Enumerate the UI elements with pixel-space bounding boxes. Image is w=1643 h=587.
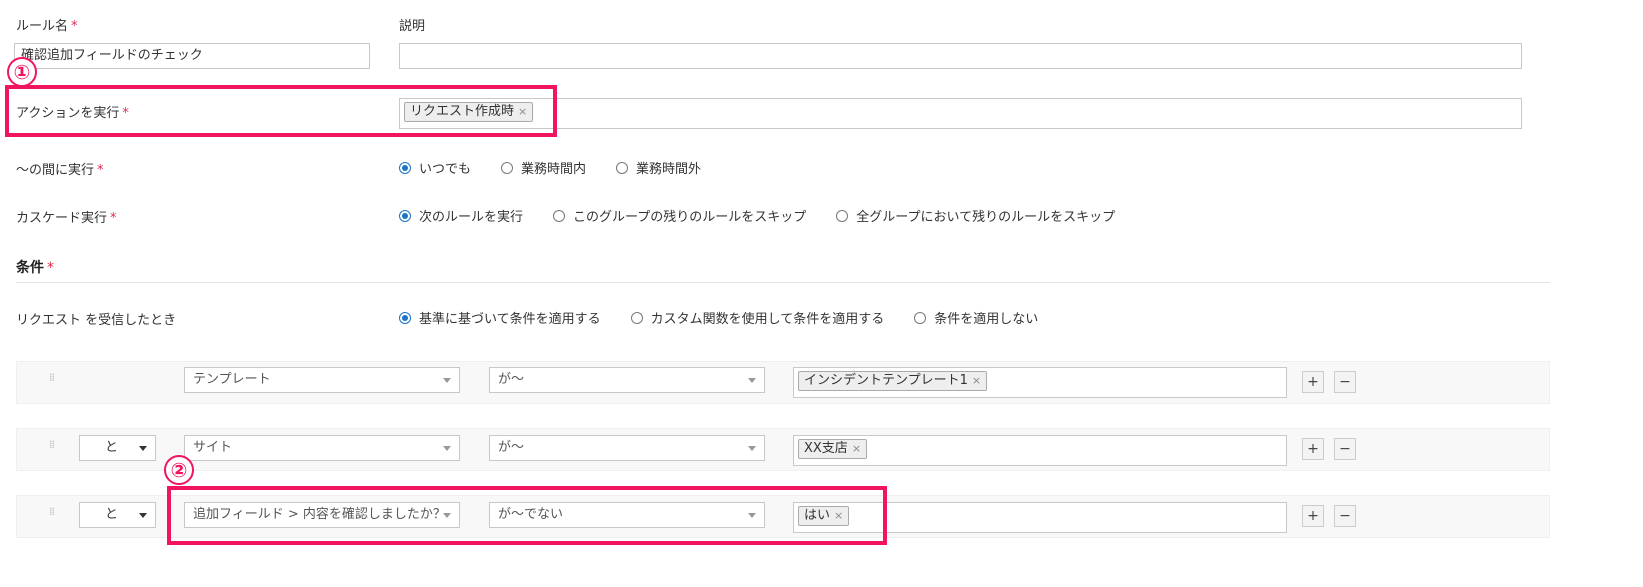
description-label: 説明 (399, 19, 426, 34)
add-condition-button[interactable]: + (1302, 505, 1324, 527)
execute-during-label: 〜の間に実行 * (16, 163, 104, 178)
radio-unselected-icon (914, 311, 927, 324)
description-input[interactable] (399, 43, 1522, 69)
radio-unselected-icon (553, 209, 566, 222)
radio-run-next-rule[interactable]: 次のルールを実行 (399, 206, 523, 225)
radio-unselected-icon (501, 161, 514, 174)
conditions-title: 条件 * (16, 260, 54, 276)
remove-condition-button[interactable]: − (1334, 371, 1356, 393)
radio-business-hours[interactable]: 業務時間内 (501, 158, 586, 177)
chevron-down-icon (139, 513, 147, 518)
drag-handle-icon[interactable]: ⁞⁞ (49, 372, 55, 383)
callout-number-2: ② (164, 455, 194, 485)
remove-tag-icon[interactable]: × (852, 442, 861, 455)
chevron-down-icon (748, 378, 756, 383)
condition-value-input[interactable]: インシデントテンプレート1 × (793, 367, 1287, 398)
radio-apply-criteria[interactable]: 基準に基づいて条件を適用する (399, 308, 601, 327)
add-condition-button[interactable]: + (1302, 438, 1324, 460)
condition-operator-select[interactable]: が〜 (489, 435, 765, 461)
condition-field-select[interactable]: サイト (184, 435, 460, 461)
condition-value-input[interactable]: XX支店 × (793, 435, 1287, 466)
section-divider (16, 282, 1550, 283)
chevron-down-icon (443, 446, 451, 451)
rule-name-label: ルール名 * (16, 19, 78, 34)
chevron-down-icon (139, 446, 147, 451)
radio-selected-icon (399, 311, 411, 324)
apply-conditions-radio-group: 基準に基づいて条件を適用する カスタム関数を使用して条件を適用する 条件を適用し… (399, 308, 1068, 327)
radio-skip-all-rules[interactable]: 全グループにおいて残りのルールをスキップ (836, 206, 1115, 225)
remove-condition-button[interactable]: − (1334, 505, 1356, 527)
value-tag: インシデントテンプレート1 × (798, 371, 988, 391)
radio-skip-group-rules[interactable]: このグループの残りのルールをスキップ (553, 206, 806, 225)
remove-tag-icon[interactable]: × (972, 374, 981, 387)
chevron-down-icon (748, 446, 756, 451)
cascade-radio-group: 次のルールを実行 このグループの残りのルールをスキップ 全グループにおいて残りの… (399, 206, 1145, 225)
drag-handle-icon[interactable]: ⁞⁞ (49, 506, 55, 517)
add-condition-button[interactable]: + (1302, 371, 1324, 393)
highlight-box-1 (5, 85, 557, 137)
radio-outside-business-hours[interactable]: 業務時間外 (616, 158, 701, 177)
joiner-select[interactable]: と (79, 502, 156, 528)
trigger-label: リクエスト を受信したとき (16, 313, 177, 328)
action-tag-input[interactable]: リクエスト作成時 × (399, 98, 1522, 129)
callout-number-1: ① (7, 57, 37, 87)
radio-unselected-icon (836, 209, 849, 222)
radio-unselected-icon (616, 161, 629, 174)
chevron-down-icon (443, 378, 451, 383)
highlight-box-2 (167, 486, 887, 545)
remove-condition-button[interactable]: − (1334, 438, 1356, 460)
rule-name-input[interactable]: 確認追加フィールドのチェック (14, 43, 370, 69)
value-tag: XX支店 × (798, 439, 868, 459)
radio-selected-icon (399, 161, 411, 174)
joiner-select[interactable]: と (79, 435, 156, 461)
drag-handle-icon[interactable]: ⁞⁞ (49, 439, 55, 450)
radio-unselected-icon (630, 311, 643, 324)
radio-no-conditions[interactable]: 条件を適用しない (914, 308, 1038, 327)
radio-apply-custom-function[interactable]: カスタム関数を使用して条件を適用する (630, 308, 884, 327)
condition-operator-select[interactable]: が〜 (489, 367, 765, 393)
condition-field-select[interactable]: テンプレート (184, 367, 460, 393)
radio-selected-icon (399, 209, 411, 222)
radio-anytime[interactable]: いつでも (399, 158, 471, 177)
cascade-label: カスケード実行 * (16, 211, 117, 226)
execute-during-radio-group: いつでも 業務時間内 業務時間外 (399, 158, 731, 177)
